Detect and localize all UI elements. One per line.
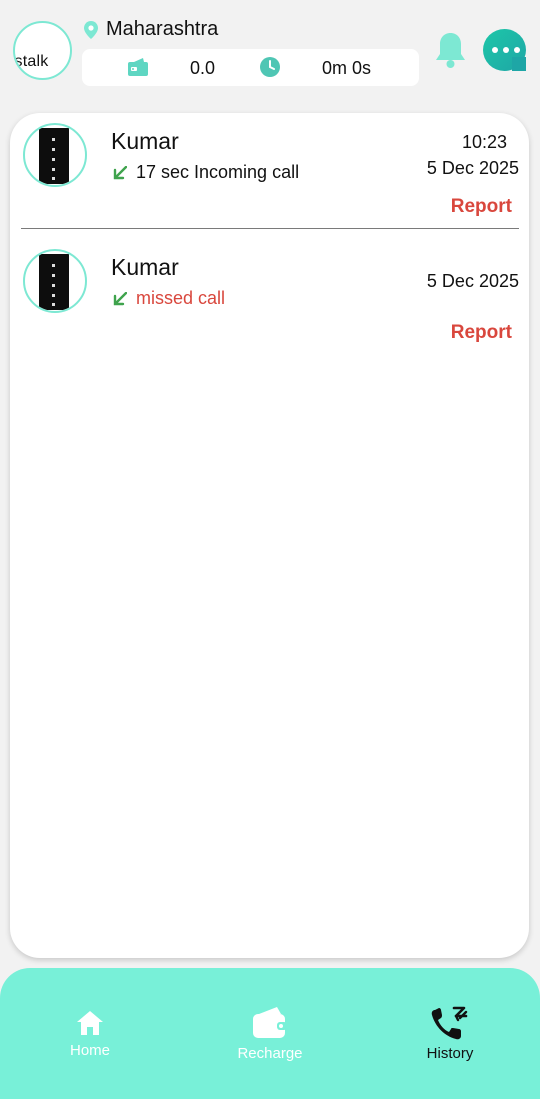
- nav-history-label: History: [426, 1045, 474, 1062]
- wallet-icon: [128, 58, 148, 76]
- wallet-icon: [253, 1007, 287, 1038]
- caller-name: Kumar: [111, 254, 179, 280]
- call-status-text: missed call: [136, 288, 226, 308]
- location-text: Maharashtra: [106, 18, 219, 40]
- bell-icon[interactable]: [434, 31, 467, 69]
- report-button[interactable]: Report: [451, 196, 512, 218]
- call-date: 5 Dec 2025: [426, 271, 519, 291]
- list-item[interactable]: Kumar missed call 5 Dec 2025 Report: [10, 239, 529, 355]
- divider: [21, 228, 519, 229]
- chat-button[interactable]: [483, 29, 526, 71]
- balance-value: 0.0: [190, 58, 216, 78]
- call-status-text: 17 sec Incoming call: [136, 162, 300, 182]
- nav-home[interactable]: Home: [25, 968, 155, 1099]
- location-display: Maharashtra: [84, 18, 218, 41]
- nav-home-label: Home: [69, 1042, 110, 1059]
- call-history-icon: [431, 1006, 468, 1040]
- bottom-nav: Home Recharge History: [0, 968, 540, 1099]
- avatar-photo: [39, 128, 69, 184]
- call-status: missed call: [113, 288, 225, 309]
- call-date: 5 Dec 2025: [426, 158, 519, 178]
- incoming-arrow-icon: [113, 291, 127, 305]
- nav-recharge[interactable]: Recharge: [205, 968, 335, 1099]
- clock-icon: [260, 57, 280, 77]
- home-icon: [77, 1011, 103, 1035]
- nav-history[interactable]: History: [385, 968, 515, 1099]
- avatar: [23, 249, 87, 313]
- stats-bar: 0.0 0m 0s: [82, 49, 419, 86]
- duration-value: 0m 0s: [322, 58, 372, 78]
- call-status: 17 sec Incoming call: [113, 162, 299, 183]
- chat-icon: [492, 47, 520, 53]
- app-logo: rstalk: [13, 21, 72, 80]
- list-item[interactable]: Kumar 17 sec Incoming call 10:23 5 Dec 2…: [10, 113, 529, 229]
- incoming-arrow-icon: [113, 165, 127, 179]
- call-time: 10:23: [461, 132, 507, 152]
- caller-name: Kumar: [111, 128, 179, 154]
- report-button[interactable]: Report: [451, 322, 512, 344]
- avatar-photo: [39, 254, 69, 310]
- avatar: [23, 123, 87, 187]
- location-pin-icon: [84, 20, 98, 39]
- app-logo-text: rstalk: [14, 53, 49, 70]
- nav-recharge-label: Recharge: [237, 1045, 303, 1062]
- call-history-card: Kumar 17 sec Incoming call 10:23 5 Dec 2…: [10, 113, 529, 958]
